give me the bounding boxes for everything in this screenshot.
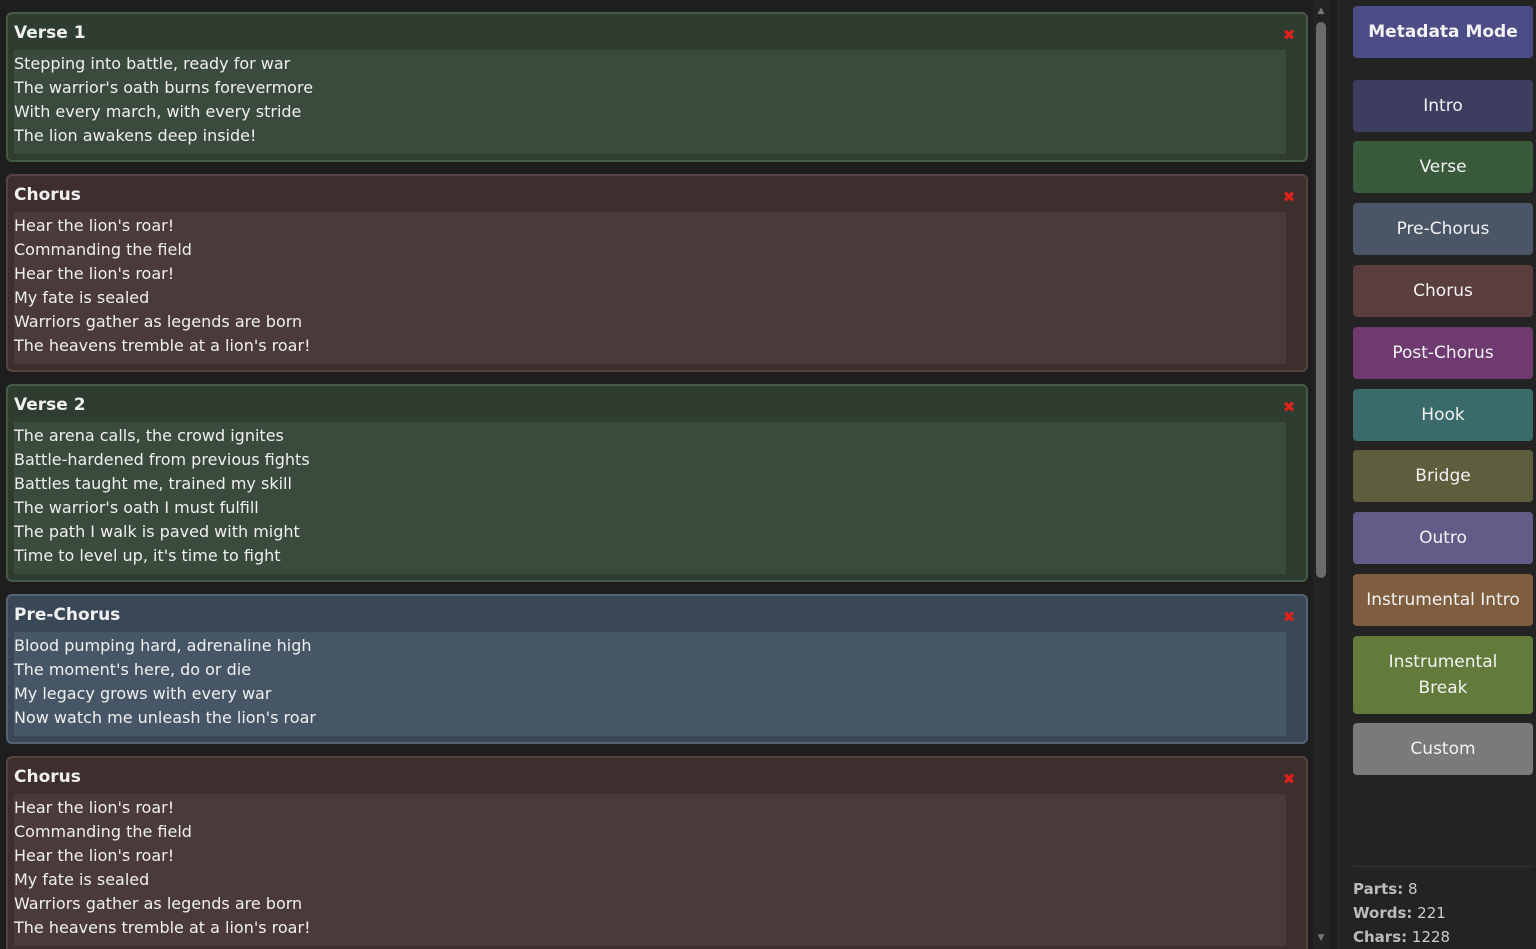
- lyric-line: Hear the lion's roar!: [14, 264, 175, 283]
- song-sections-panel: Verse 1 ✖ Stepping into battle, ready for …: [0, 0, 1313, 949]
- delete-section-icon[interactable]: ✖: [1282, 28, 1296, 43]
- add-pre-chorus-button[interactable]: Pre-Chorus: [1353, 203, 1533, 255]
- add-bridge-button[interactable]: Bridge: [1353, 450, 1533, 502]
- section-title[interactable]: Chorus: [14, 766, 1286, 794]
- delete-section-icon[interactable]: ✖: [1282, 400, 1296, 415]
- lyric-line: Now watch me unleash the lion's roar: [14, 708, 316, 727]
- lyrics-editor: Verse 1 ✖ Stepping into battle, ready for …: [0, 0, 1536, 949]
- scrollbar-thumb[interactable]: [1316, 22, 1326, 578]
- section-title[interactable]: Verse 1: [14, 22, 1286, 50]
- add-post-chorus-button[interactable]: Post-Chorus: [1353, 327, 1533, 379]
- lyric-line: Hear the lion's roar!: [14, 798, 175, 817]
- lyric-line: Time to level up, it's time to fight: [14, 546, 281, 565]
- lyric-line: Blood pumping hard, adrenaline high: [14, 636, 312, 655]
- add-intro-button[interactable]: Intro: [1353, 80, 1533, 132]
- section-lyrics-textarea[interactable]: Stepping into battle, ready for war The w…: [14, 50, 1286, 154]
- lyric-line: The lion awakens deep inside!: [14, 126, 257, 145]
- words-label: Words:: [1353, 904, 1413, 922]
- lyric-line: Hear the lion's roar!: [14, 846, 175, 865]
- lyric-line: My fate is sealed: [14, 870, 150, 889]
- parts-stat: Parts: 8: [1353, 877, 1533, 901]
- lyric-line: Stepping into battle, ready for war: [14, 54, 291, 73]
- lyric-line: Hear the lion's roar!: [14, 216, 175, 235]
- song-section-chorus[interactable]: Chorus ✖ Hear the lion's roar! Commanding t…: [6, 756, 1308, 949]
- chars-stat: Chars: 1228: [1353, 925, 1533, 949]
- add-instrumental-break-button[interactable]: Instrumental Break: [1353, 636, 1533, 714]
- section-lyrics-textarea[interactable]: Hear the lion's roar! Commanding the fiel…: [14, 794, 1286, 946]
- song-section-verse[interactable]: Verse 1 ✖ Stepping into battle, ready for …: [6, 12, 1308, 162]
- lyric-line: Commanding the field: [14, 240, 192, 259]
- section-title[interactable]: Verse 2: [14, 394, 1286, 422]
- parts-value: 8: [1408, 880, 1418, 898]
- add-verse-button[interactable]: Verse: [1353, 141, 1533, 193]
- scroll-down-arrow-icon[interactable]: ▼: [1316, 933, 1326, 943]
- section-lyrics-textarea[interactable]: Blood pumping hard, adrenaline high The m…: [14, 632, 1286, 736]
- metadata-mode-button[interactable]: Metadata Mode: [1353, 6, 1533, 58]
- lyric-line: Warriors gather as legends are born: [14, 312, 303, 331]
- words-value: 221: [1417, 904, 1446, 922]
- section-title[interactable]: Pre-Chorus: [14, 604, 1286, 632]
- add-hook-button[interactable]: Hook: [1353, 389, 1533, 441]
- chars-value: 1228: [1411, 928, 1451, 946]
- lyric-line: Warriors gather as legends are born: [14, 894, 303, 913]
- section-lyrics-textarea[interactable]: Hear the lion's roar! Commanding the fiel…: [14, 212, 1286, 364]
- lyric-line: Battles taught me, trained my skill: [14, 474, 292, 493]
- lyric-line: Commanding the field: [14, 822, 192, 841]
- lyric-line: The warrior's oath I must fulfill: [14, 498, 259, 517]
- lyric-line: With every march, with every stride: [14, 102, 302, 121]
- song-stats: Parts: 8 Words: 221 Chars: 1228: [1353, 866, 1533, 949]
- song-section-prechorus[interactable]: Pre-Chorus ✖ Blood pumping hard, adrenalin…: [6, 594, 1308, 744]
- add-instrumental-intro-button[interactable]: Instrumental Intro: [1353, 574, 1533, 626]
- lyric-line: The arena calls, the crowd ignites: [14, 426, 284, 445]
- lyric-line: The warrior's oath burns forevermore: [14, 78, 314, 97]
- lyric-line: My legacy grows with every war: [14, 684, 272, 703]
- sections-list: Verse 1 ✖ Stepping into battle, ready for …: [0, 0, 1313, 949]
- section-lyrics-textarea[interactable]: The arena calls, the crowd ignites Battle…: [14, 422, 1286, 574]
- words-stat: Words: 221: [1353, 901, 1533, 925]
- lyric-line: The heavens tremble at a lion's roar!: [14, 336, 311, 355]
- chars-label: Chars:: [1353, 928, 1408, 946]
- delete-section-icon[interactable]: ✖: [1282, 190, 1296, 205]
- delete-section-icon[interactable]: ✖: [1282, 772, 1296, 787]
- add-custom-button[interactable]: Custom: [1353, 723, 1533, 775]
- scroll-up-arrow-icon[interactable]: ▲: [1316, 6, 1326, 16]
- song-section-verse[interactable]: Verse 2 ✖ The arena calls, the crowd ignit…: [6, 384, 1308, 582]
- lyric-line: Battle-hardened from previous fights: [14, 450, 310, 469]
- song-section-chorus[interactable]: Chorus ✖ Hear the lion's roar! Commanding t…: [6, 174, 1308, 372]
- scrollbar[interactable]: ▲ ▼: [1313, 0, 1329, 949]
- parts-label: Parts:: [1353, 880, 1404, 898]
- lyric-line: My fate is sealed: [14, 288, 150, 307]
- section-title[interactable]: Chorus: [14, 184, 1286, 212]
- add-outro-button[interactable]: Outro: [1353, 512, 1533, 564]
- section-sidebar: Metadata Mode Intro Verse Pre-Chorus Chorus…: [1338, 0, 1536, 949]
- add-chorus-button[interactable]: Chorus: [1353, 265, 1533, 317]
- delete-section-icon[interactable]: ✖: [1282, 610, 1296, 625]
- lyric-line: The heavens tremble at a lion's roar!: [14, 918, 311, 937]
- lyric-line: The path I walk is paved with might: [14, 522, 300, 541]
- lyric-line: The moment's here, do or die: [14, 660, 252, 679]
